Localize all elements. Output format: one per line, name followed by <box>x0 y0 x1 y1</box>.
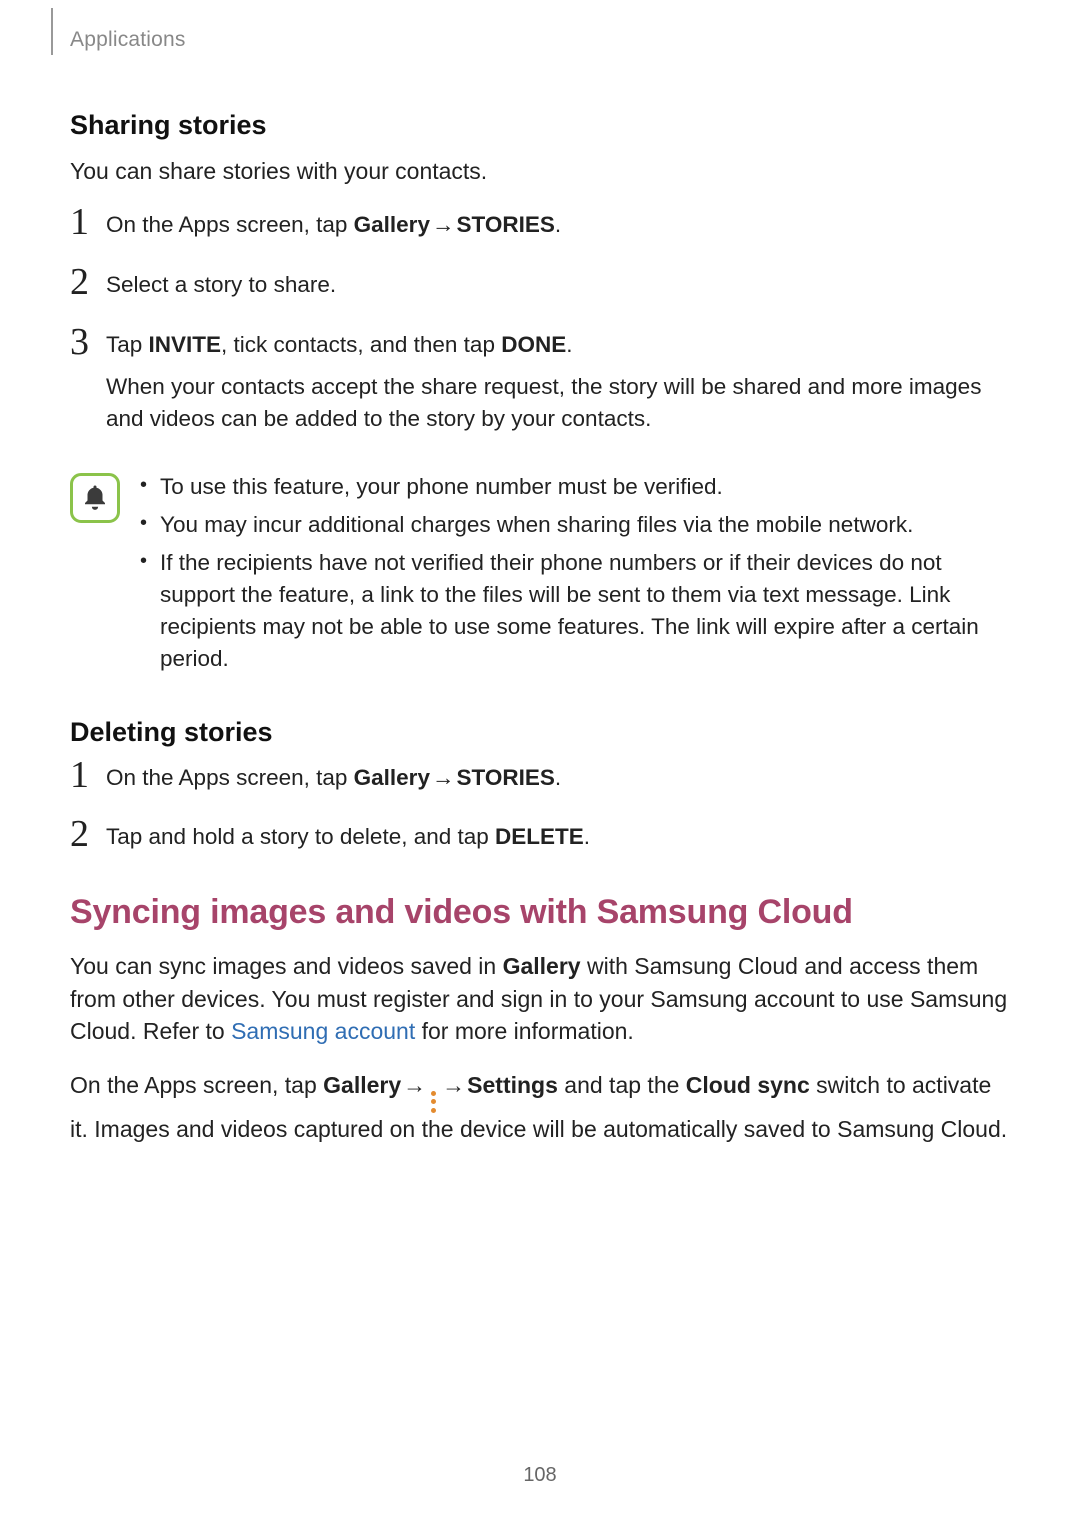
text: On the Apps screen, tap <box>106 765 354 790</box>
gallery-label: Gallery <box>323 1072 401 1098</box>
step-number: 1 <box>70 203 106 241</box>
sharing-steps: 1 On the Apps screen, tap Gallery → STOR… <box>70 209 1010 445</box>
step-number: 3 <box>70 323 106 361</box>
more-options-icon <box>431 1091 437 1113</box>
arrow-icon: → <box>440 1069 467 1101</box>
sharing-step-2: 2 Select a story to share. <box>70 269 1010 311</box>
text: On the Apps screen, tap <box>70 1072 323 1098</box>
step-body: On the Apps screen, tap Gallery → STORIE… <box>106 762 1010 804</box>
text: . <box>584 824 590 849</box>
note-block: To use this feature, your phone number m… <box>70 471 1010 681</box>
sync-para-1: You can sync images and videos saved in … <box>70 950 1010 1047</box>
arrow-icon: → <box>430 209 457 241</box>
sync-heading: Syncing images and videos with Samsung C… <box>70 893 1010 932</box>
deleting-step-1: 1 On the Apps screen, tap Gallery → STOR… <box>70 762 1010 804</box>
gallery-label: Gallery <box>354 765 430 790</box>
content: Sharing stories You can share stories wi… <box>70 30 1010 1145</box>
step-body: Select a story to share. <box>106 269 1010 311</box>
step-number: 2 <box>70 263 106 301</box>
text: . <box>555 765 561 790</box>
gallery-label: Gallery <box>354 212 430 237</box>
arrow-icon: → <box>401 1069 428 1101</box>
note-bell-icon <box>70 473 120 523</box>
page: Applications Sharing stories You can sha… <box>0 0 1080 1527</box>
step-number: 2 <box>70 815 106 853</box>
sharing-intro: You can share stories with your contacts… <box>70 155 1010 187</box>
sharing-step-1: 1 On the Apps screen, tap Gallery → STOR… <box>70 209 1010 251</box>
sharing-heading: Sharing stories <box>70 110 1010 141</box>
deleting-heading: Deleting stories <box>70 717 1010 748</box>
deleting-steps: 1 On the Apps screen, tap Gallery → STOR… <box>70 762 1010 864</box>
text: Tap and hold a story to delete, and tap <box>106 824 495 849</box>
arrow-icon: → <box>430 762 457 794</box>
text: . <box>566 332 572 357</box>
header-section-label: Applications <box>70 28 186 52</box>
note-item: If the recipients have not verified thei… <box>134 547 1010 675</box>
gallery-label: Gallery <box>503 953 581 979</box>
text: Tap <box>106 332 149 357</box>
step-body: On the Apps screen, tap Gallery → STORIE… <box>106 209 1010 251</box>
sync-para-2: On the Apps screen, tap Gallery → → Sett… <box>70 1069 1010 1145</box>
cloud-sync-label: Cloud sync <box>686 1072 810 1098</box>
text: On the Apps screen, tap <box>106 212 354 237</box>
step-body: Tap and hold a story to delete, and tap … <box>106 821 1010 863</box>
note-item: To use this feature, your phone number m… <box>134 471 1010 503</box>
note-list: To use this feature, your phone number m… <box>134 471 1010 681</box>
sharing-step-3: 3 Tap INVITE, tick contacts, and then ta… <box>70 329 1010 445</box>
invite-label: INVITE <box>149 332 222 357</box>
note-item: You may incur additional charges when sh… <box>134 509 1010 541</box>
text: . <box>555 212 561 237</box>
header-rule <box>51 8 53 55</box>
step-body: Tap INVITE, tick contacts, and then tap … <box>106 329 1010 445</box>
text: , tick contacts, and then tap <box>221 332 501 357</box>
deleting-step-2: 2 Tap and hold a story to delete, and ta… <box>70 821 1010 863</box>
text: When your contacts accept the share requ… <box>106 371 1010 435</box>
text: Select a story to share. <box>106 269 1010 301</box>
step-number: 1 <box>70 756 106 794</box>
samsung-account-link[interactable]: Samsung account <box>231 1018 415 1044</box>
stories-label: STORIES <box>456 212 554 237</box>
done-label: DONE <box>501 332 566 357</box>
text: You can sync images and videos saved in <box>70 953 503 979</box>
page-number: 108 <box>0 1464 1080 1487</box>
delete-label: DELETE <box>495 824 584 849</box>
text: for more information. <box>415 1018 634 1044</box>
text: and tap the <box>558 1072 686 1098</box>
stories-label: STORIES <box>456 765 554 790</box>
settings-label: Settings <box>467 1072 558 1098</box>
